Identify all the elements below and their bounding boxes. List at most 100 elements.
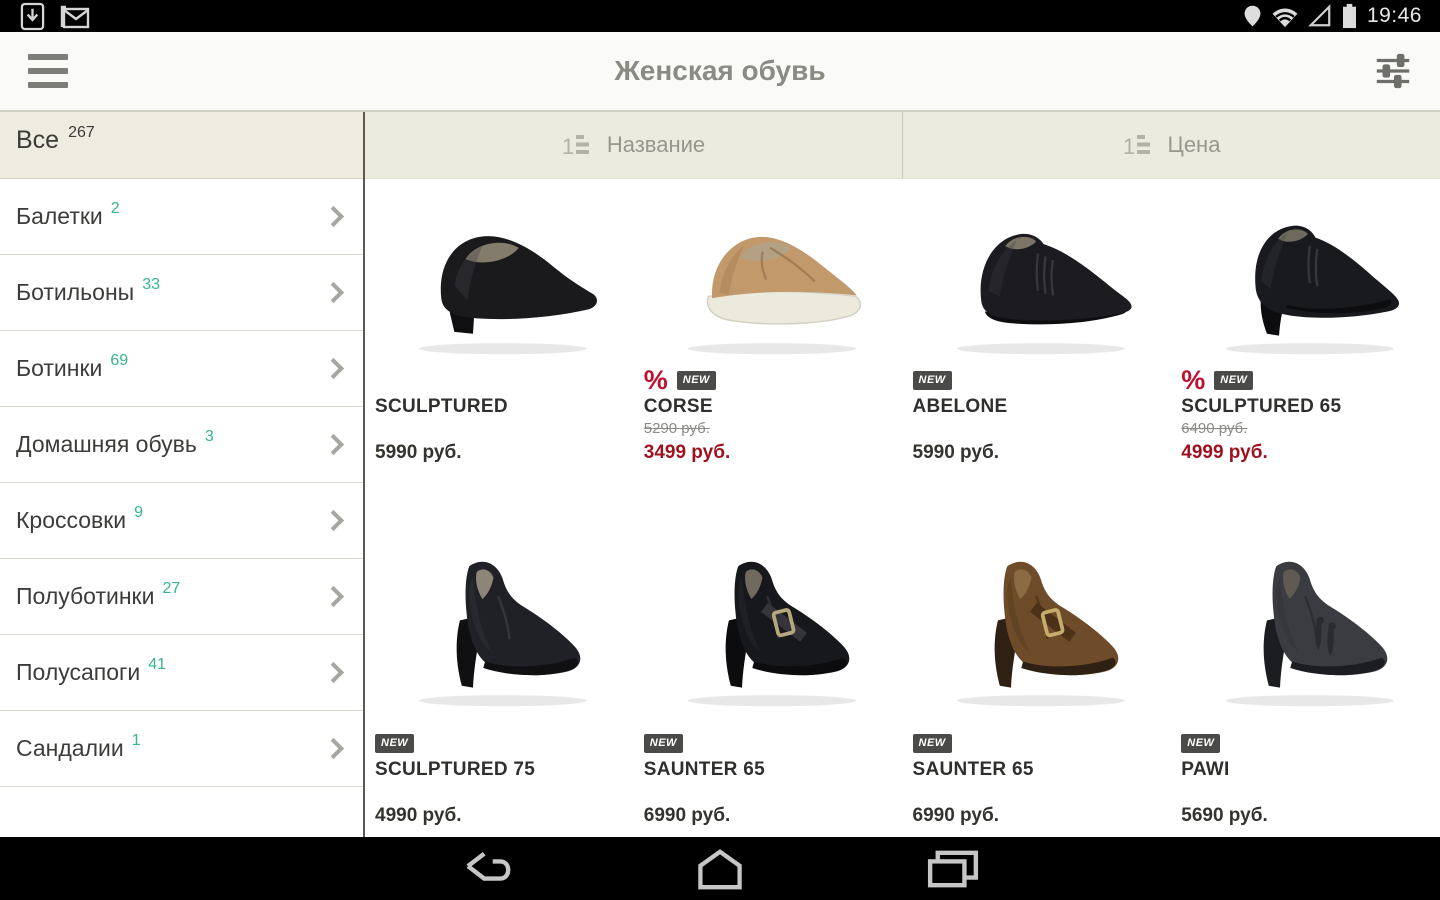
sale-percent-icon: %	[1181, 367, 1205, 393]
product-card-0[interactable]: SCULPTURED 5990 руб.	[365, 179, 634, 526]
sort-by-price-button[interactable]: 1 Цена	[902, 112, 1440, 178]
chevron-right-icon	[323, 738, 344, 759]
product-card-1[interactable]: % NEW CORSE 5290 руб. 3499 руб.	[634, 179, 903, 526]
new-badge: NEW	[913, 371, 952, 390]
product-grid: SCULPTURED 5990 руб. % NEW CORSE 5290 ру…	[365, 179, 1440, 837]
badge-row: NEW	[913, 365, 1166, 395]
chevron-right-icon	[323, 662, 344, 683]
status-bar: 19:46	[0, 0, 1440, 32]
sidebar-item-6[interactable]: Полусапоги 41	[0, 635, 363, 711]
sort-icon: 1	[1123, 132, 1153, 159]
product-image	[913, 526, 1166, 724]
product-old-price: 6490 руб.	[1181, 419, 1434, 439]
sidebar-item-5[interactable]: Полуботинки 27	[0, 559, 363, 635]
sidebar-item-0[interactable]: Балетки 2	[0, 179, 363, 255]
category-list: Балетки 2 Ботильоны 33 Ботинки 69 Домашн…	[0, 179, 363, 787]
category-count: 41	[148, 656, 166, 674]
badge-row	[375, 365, 628, 395]
sidebar-item-7[interactable]: Сандалии 1	[0, 711, 363, 787]
product-name: PAWI	[1181, 758, 1434, 782]
sidebar-item-2[interactable]: Ботинки 69	[0, 331, 363, 407]
product-old-price	[644, 782, 897, 802]
product-name: SCULPTURED 65	[1181, 395, 1434, 419]
product-old-price	[913, 782, 1166, 802]
home-button[interactable]	[692, 847, 748, 891]
menu-icon[interactable]	[28, 54, 72, 88]
recents-icon	[924, 849, 982, 889]
back-icon	[458, 849, 516, 889]
svg-text:1: 1	[1123, 134, 1135, 159]
chevron-right-icon	[323, 586, 344, 607]
category-label: Полусапоги	[16, 659, 140, 686]
category-label: Домашняя обувь	[16, 431, 197, 458]
chevron-right-icon	[323, 206, 344, 227]
product-old-price: 5290 руб.	[644, 419, 897, 439]
page-title: Женская обувь	[0, 55, 1440, 87]
sale-percent-icon: %	[644, 367, 668, 393]
main-panel: 1 Название 1 Цена SCULPTURED	[365, 112, 1440, 837]
status-system-icons: 19:46	[1243, 3, 1428, 29]
new-badge: NEW	[1214, 371, 1253, 390]
sort-label: Название	[607, 132, 705, 158]
category-count: 1	[132, 732, 141, 750]
product-card-4[interactable]: NEW SCULPTURED 75 4990 руб.	[365, 526, 634, 837]
sidebar-item-all[interactable]: Все 267	[0, 112, 363, 179]
new-badge: NEW	[1181, 734, 1220, 753]
badge-row: % NEW	[644, 365, 897, 395]
product-image	[375, 179, 628, 361]
product-price: 4990 руб.	[375, 803, 628, 829]
chevron-right-icon	[323, 510, 344, 531]
app-header: Женская обувь	[0, 32, 1440, 112]
back-button[interactable]	[458, 849, 516, 889]
sort-label: Цена	[1168, 132, 1221, 158]
product-name: SCULPTURED 75	[375, 758, 628, 782]
product-price: 4999 руб.	[1181, 440, 1434, 466]
download-icon	[20, 2, 45, 31]
category-count: 3	[205, 428, 214, 446]
category-count: 27	[162, 580, 180, 598]
sidebar-item-3[interactable]: Домашняя обувь 3	[0, 407, 363, 483]
product-price: 5990 руб.	[375, 440, 628, 466]
product-image	[1181, 179, 1434, 361]
product-card-2[interactable]: NEW ABELONE 5990 руб.	[903, 179, 1172, 526]
badge-row: NEW	[913, 728, 1166, 758]
product-image	[1181, 526, 1434, 724]
product-old-price	[375, 782, 628, 802]
new-badge: NEW	[677, 371, 716, 390]
category-count: 69	[110, 352, 128, 370]
sidebar-item-4[interactable]: Кроссовки 9	[0, 483, 363, 559]
category-label: Полуботинки	[16, 583, 154, 610]
category-label: Балетки	[16, 203, 103, 230]
product-name: ABELONE	[913, 395, 1166, 419]
product-old-price	[375, 419, 628, 439]
filter-button[interactable]	[1372, 50, 1414, 92]
new-badge: NEW	[375, 734, 414, 753]
category-label: Ботинки	[16, 355, 102, 382]
product-image	[375, 526, 628, 724]
category-count: 267	[68, 124, 95, 142]
product-price: 5690 руб.	[1181, 803, 1434, 829]
svg-text:1: 1	[562, 134, 574, 159]
product-card-5[interactable]: NEW SAUNTER 65 6990 руб.	[634, 526, 903, 837]
product-image	[644, 526, 897, 724]
product-card-6[interactable]: NEW SAUNTER 65 6990 руб.	[903, 526, 1172, 837]
product-card-7[interactable]: NEW PAWI 5690 руб.	[1171, 526, 1440, 837]
location-icon	[1243, 3, 1262, 29]
recents-button[interactable]	[924, 849, 982, 889]
sort-bar: 1 Название 1 Цена	[365, 112, 1440, 179]
product-card-3[interactable]: % NEW SCULPTURED 65 6490 руб. 4999 руб.	[1171, 179, 1440, 526]
category-count: 33	[142, 276, 160, 294]
category-label: Кроссовки	[16, 507, 126, 534]
product-price: 6990 руб.	[644, 803, 897, 829]
sidebar-item-1[interactable]: Ботильоны 33	[0, 255, 363, 331]
android-nav-bar	[0, 837, 1440, 900]
badge-row: NEW	[644, 728, 897, 758]
badge-row: NEW	[375, 728, 628, 758]
chevron-right-icon	[323, 358, 344, 379]
category-label: Все	[16, 126, 59, 155]
wifi-icon	[1271, 4, 1299, 28]
new-badge: NEW	[644, 734, 683, 753]
product-name: SCULPTURED	[375, 395, 628, 419]
sort-by-name-button[interactable]: 1 Название	[365, 112, 902, 178]
sliders-icon	[1372, 50, 1414, 92]
